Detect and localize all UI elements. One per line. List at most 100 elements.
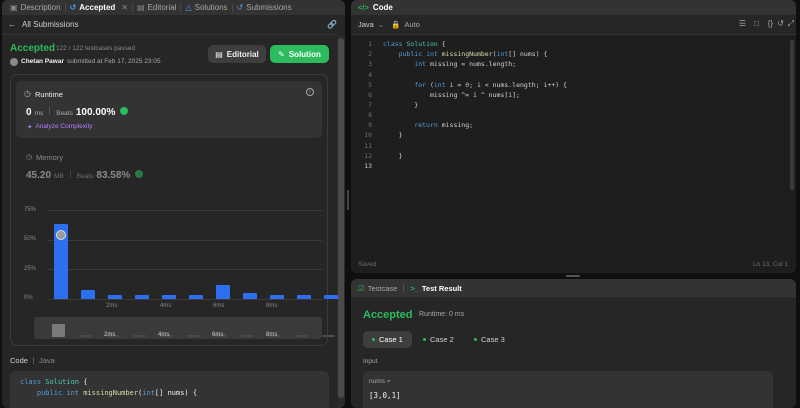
y-tick-label: 75% [24, 207, 37, 213]
result-status: Accepted [10, 43, 56, 54]
editorial-button[interactable]: ▤ Editorial [208, 45, 266, 63]
link-icon[interactable]: 🔗 [327, 20, 337, 29]
runtime-value: 0 ms Beats 100.00% [26, 107, 129, 118]
chart-bar[interactable] [243, 293, 257, 299]
close-icon[interactable]: ✕ [121, 3, 128, 12]
chart-navigator[interactable]: 2ms 4ms 6ms 8ms [34, 317, 335, 339]
chart-bar[interactable] [324, 295, 338, 299]
line-number: 4 [368, 71, 372, 79]
gridline [48, 210, 322, 211]
navigator-bar [187, 335, 200, 337]
scrollbar-thumb[interactable] [338, 38, 344, 398]
solution-button[interactable]: ✎ Solution [270, 45, 329, 63]
editor-body[interactable] [351, 36, 796, 256]
avatar[interactable] [10, 58, 18, 66]
navigator-bar [52, 323, 65, 337]
braces-icon[interactable]: {} [768, 19, 773, 28]
navigator-bar [295, 335, 308, 337]
back-link[interactable]: ← All Submissions [8, 20, 78, 29]
gridline [48, 299, 322, 300]
language-select[interactable]: Java ⌄ [358, 20, 384, 29]
chart-bar[interactable] [108, 295, 122, 299]
line-number: 9 [368, 121, 372, 129]
chart-bar[interactable] [135, 295, 149, 299]
memory-title: Memory [36, 153, 64, 162]
runtime-card[interactable]: ◷ Runtime i 0 ms Beats 100.00% ✦ Analyze … [16, 81, 322, 138]
x-tick-label: 8ms [266, 303, 278, 309]
terminal-icon: >_ [410, 283, 419, 293]
editor-scrollbar[interactable] [790, 40, 794, 190]
case-3-button[interactable]: Case 3 [465, 331, 514, 348]
param-name: nums = [369, 378, 391, 385]
pass-dot-icon [372, 338, 375, 341]
code-line: missing ^= i ^ nums[i]; [383, 91, 520, 99]
bookmark-icon[interactable]: □ [754, 19, 759, 28]
left-tabbar: ▣ Description ↺ Accepted ✕ ▤ Editorial △ Solu… [2, 0, 345, 15]
navigator-bar [133, 335, 146, 337]
submitted-code-block[interactable]: class Solution { public int missingNumbe… [10, 371, 329, 408]
code-line: public int missingNumber(int[] nums) { [36, 389, 198, 397]
line-number: 1 [368, 40, 372, 48]
input-box: nums = [3,0,1] [363, 371, 773, 408]
case-1-button[interactable]: Case 1 [363, 331, 412, 348]
auto-mode[interactable]: 🔒 Auto [391, 20, 420, 29]
horizontal-resize-handle[interactable] [566, 275, 580, 277]
submitted-time: submitted at Feb 17, 2025 23:05 [67, 58, 161, 65]
chart-bar[interactable] [81, 289, 95, 299]
line-number: 10 [364, 131, 372, 139]
book-icon: ▤ [215, 49, 223, 59]
case-2-button[interactable]: Case 2 [414, 331, 463, 348]
input-label: Input [363, 358, 378, 365]
code-icon: </> [358, 3, 369, 12]
username[interactable]: Chetan Pawar [21, 58, 64, 65]
code-line: } [383, 101, 419, 109]
pass-dot-icon [474, 338, 477, 341]
line-number: 12 [364, 152, 372, 160]
editor-status-saved: Saved [358, 261, 377, 268]
badge-icon [120, 107, 129, 115]
editor-toolbar: Java ⌄ 🔒 Auto ☰ □ {} ↺ ⤢ [351, 15, 796, 35]
tab-accepted[interactable]: ↺ Accepted ✕ [66, 0, 132, 15]
pass-dot-icon [423, 338, 426, 341]
reset-icon[interactable]: ↺ [777, 19, 784, 28]
x-tick-label: 2ms [104, 332, 116, 338]
chart-bar[interactable] [216, 284, 230, 299]
tab-testcase[interactable]: ☑ Testcase [358, 284, 397, 293]
checkbox-icon: ☑ [358, 283, 365, 293]
code-line: class Solution { [383, 40, 446, 48]
y-tick-label: 50% [24, 236, 37, 242]
test-status: Accepted [363, 309, 413, 321]
tab-submissions[interactable]: ↺ Submissions [233, 0, 296, 15]
lock-icon: 🔒 [391, 20, 401, 29]
flask-icon: △ [185, 3, 192, 12]
divider [32, 357, 34, 364]
chart-bar[interactable] [189, 295, 203, 299]
expand-icon[interactable]: ⤢ [788, 19, 794, 29]
navigator-bar [241, 335, 254, 337]
align-icon[interactable]: ☰ [739, 19, 746, 28]
chart-bar[interactable] [297, 295, 311, 299]
code-line: public int missingNumber(int[] nums) { [398, 50, 548, 58]
user-avatar-marker [56, 230, 66, 240]
param-value: [3,0,1] [369, 391, 401, 400]
edit-icon: ✎ [278, 49, 285, 59]
chart-bar[interactable] [270, 295, 284, 299]
clock-icon: ◷ [24, 89, 31, 98]
analyze-complexity-link[interactable]: ✦ Analyze Complexity [27, 123, 93, 131]
tab-test-result[interactable]: >_ Test Result [410, 284, 461, 293]
history-icon: ↺ [236, 3, 244, 12]
tab-solutions[interactable]: △ Solutions [181, 0, 231, 15]
tab-description[interactable]: ▣ Description [6, 0, 65, 15]
code-line: int missing = nums.length; [414, 60, 517, 68]
vertical-resize-handle[interactable] [347, 190, 349, 210]
info-icon[interactable]: i [306, 88, 314, 96]
chart-bar[interactable] [162, 295, 176, 299]
line-number: 13 [364, 162, 372, 170]
editor-status-cursor: Ln 13, Col 1 [752, 261, 788, 268]
tab-editorial[interactable]: ▤ Editorial [133, 0, 180, 15]
line-number: 7 [368, 101, 372, 109]
testcases-passed: 122 / 122 testcases passed [56, 45, 136, 52]
divider [69, 170, 71, 178]
tab-divider [403, 284, 405, 292]
line-number: 6 [368, 91, 372, 99]
